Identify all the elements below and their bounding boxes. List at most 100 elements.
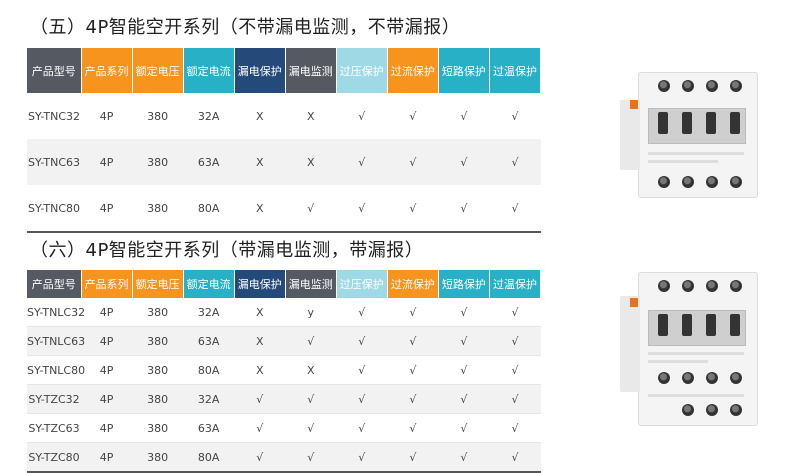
column-header: 短路保护 [438, 48, 490, 93]
table-cell: X [234, 355, 286, 385]
table-row: SY-TZC32 4P 380 32A √ √ √ √ √ √ [27, 384, 541, 414]
table-header-row: 产品型号 产品系列 额定电压 额定电流 漏电保护 漏电监测 过压保护 过流保护 短路保护 过温保护 [27, 48, 542, 93]
table-cell: 4P [81, 326, 133, 356]
column-header: 漏电监测 [285, 270, 337, 298]
column-header: 过温保护 [489, 48, 542, 93]
table-cell: 4P [81, 442, 133, 473]
table-cell: √ [336, 185, 388, 233]
table-row: SY-TNLC32 4P 380 32A Xy √ √ √ √ [27, 298, 541, 327]
column-header: 短路保护 [438, 270, 490, 298]
column-header: 额定电压 [132, 270, 184, 298]
table-cell: 4P [81, 298, 133, 327]
table-cell: √ [285, 413, 337, 443]
table-cell: √ [489, 298, 541, 327]
table-cell: √ [234, 413, 286, 443]
table-cell: SY-TZC32 [27, 384, 82, 414]
table-cell: y [285, 298, 337, 327]
table-cell: 380 [132, 442, 184, 473]
table-cell: √ [387, 355, 439, 385]
table-cell: 80A [183, 442, 235, 473]
table-cell: SY-TNC80 [27, 185, 82, 233]
table-cell: √ [234, 442, 286, 473]
table-cell: 4P [81, 139, 133, 185]
table-cell: 380 [132, 355, 184, 385]
table-row: SY-TNLC80 4P 380 80A X X √ √ √ √ [27, 355, 541, 385]
table-cell: SY-TNC32 [27, 93, 82, 139]
table-cell: √ [285, 384, 337, 414]
table-cell: √ [336, 93, 388, 139]
table-row: SY-TNLC63 4P 380 63A X √ √ √ √ √ [27, 326, 541, 356]
table-cell: √ [387, 413, 439, 443]
table-body: SY-TNC32 4P 380 32A X X √ √ √ √ SY-TNC63 4P 380 63A X X… [27, 93, 541, 233]
table-cell: X [234, 139, 286, 185]
table-cell: 63A [183, 139, 235, 185]
table-cell: 380 [132, 326, 184, 356]
table-cell: SY-TNLC63 [27, 326, 85, 356]
column-header: 产品系列 [81, 270, 133, 298]
table-cell: √ [438, 298, 490, 327]
table-cell: X [234, 185, 286, 233]
table-row: SY-TZC80 4P 380 80A √ √ √ √ √ √ [27, 442, 541, 473]
table-cell: √ [336, 384, 388, 414]
table-cell: √ [336, 326, 388, 356]
table-cell: 63A [183, 413, 235, 443]
table-cell: X [285, 355, 337, 385]
table-cell: √ [489, 326, 541, 356]
table-cell: 32A [183, 298, 235, 327]
table-cell: √ [489, 355, 541, 385]
table-cell: √ [438, 93, 490, 139]
table-cell: √ [285, 185, 337, 233]
table-cell: √ [387, 185, 439, 233]
table-cell: SY-TNLC80 [27, 355, 85, 385]
column-header: 漏电监测 [285, 48, 337, 93]
column-header: 漏电保护 [234, 270, 286, 298]
table-cell: √ [336, 139, 388, 185]
table-row: SY-TNC63 4P 380 63A X X √ √ √ √ [27, 139, 541, 185]
table-cell: X [285, 139, 337, 185]
column-header: 产品系列 [81, 48, 133, 93]
table-cell: √ [489, 384, 541, 414]
table-cell: √ [438, 442, 490, 473]
column-header: 过压保护 [336, 48, 388, 93]
table-cell: √ [387, 298, 439, 327]
table-cell: √ [489, 413, 541, 443]
table-cell: X [234, 326, 286, 356]
table-cell: √ [387, 384, 439, 414]
table-cell: 380 [132, 185, 184, 233]
table-cell: 4P [81, 355, 133, 385]
table-cell: 380 [132, 384, 184, 414]
table-cell: 4P [81, 93, 133, 139]
breaker-product-image-2 [620, 272, 770, 432]
table-cell: √ [234, 384, 286, 414]
table-cell: 63A [183, 326, 235, 356]
table-cell: 380 [132, 93, 184, 139]
table-cell: √ [387, 139, 439, 185]
table-cell: √ [489, 185, 541, 233]
table-cell: 380 [132, 413, 184, 443]
spec-table-1: 产品型号 产品系列 额定电压 额定电流 漏电保护 漏电监测 过压保护 过流保护 短路保护 过温保护… [27, 48, 542, 233]
table-cell: 4P [81, 413, 133, 443]
table-cell: 380 [132, 139, 184, 185]
table-cell: 4P [81, 185, 133, 233]
table-cell: SY-TZC63 [27, 413, 82, 443]
table-cell: √ [489, 442, 541, 473]
section-title-2: （六）4P智能空开系列（带漏电监测，带漏报） [30, 240, 424, 261]
table-cell: √ [438, 139, 490, 185]
table-cell: X [234, 93, 286, 139]
table-cell: 4P [81, 384, 133, 414]
table-cell: SY-TNLC32 [27, 298, 85, 327]
table-cell: √ [336, 442, 388, 473]
table-cell: √ [387, 93, 439, 139]
table-cell: √ [438, 326, 490, 356]
spec-table-2: 产品型号 产品系列 额定电压 额定电流 漏电保护 漏电监测 过压保护 过流保护 短路保护 过温保护… [27, 270, 542, 473]
column-header: 过流保护 [387, 48, 439, 93]
table-cell: √ [387, 326, 439, 356]
table-cell: √ [336, 298, 388, 327]
table-cell: SY-TNC63 [27, 139, 82, 185]
column-header: 过流保护 [387, 270, 439, 298]
table-cell: √ [285, 442, 337, 473]
column-header: 过压保护 [336, 270, 388, 298]
section-title-1: （五）4P智能空开系列（不带漏电监测，不带漏报） [30, 17, 461, 38]
column-header: 产品型号 [27, 48, 82, 93]
table-cell: √ [387, 442, 439, 473]
